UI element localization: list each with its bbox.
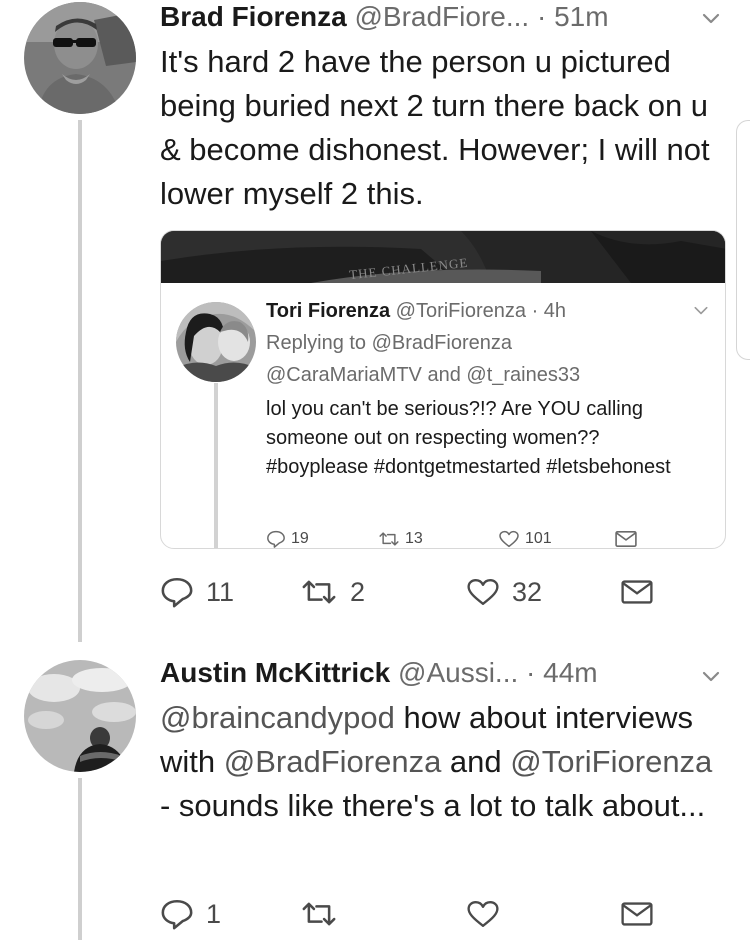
replying-to-mention[interactable]: @t_raines33: [466, 364, 580, 386]
like-button[interactable]: 32: [466, 572, 542, 612]
quoted-action-bar: 19 13 101: [266, 530, 716, 554]
like-button[interactable]: [466, 894, 512, 934]
reply-button[interactable]: 1: [160, 894, 221, 934]
quoted-retweet-button[interactable]: 13: [378, 530, 423, 548]
replying-to-line-2: @CaraMariaMTV and @t_raines33: [266, 360, 706, 390]
mail-icon: [621, 902, 653, 926]
scrollbar[interactable]: [736, 120, 750, 360]
reply-count: 11: [206, 576, 235, 607]
tweet-header: Brad Fiorenza @BradFiore... · 51m: [160, 0, 609, 34]
quoted-reply-count: 19: [291, 530, 309, 547]
mention-link[interactable]: @BradFiorenza: [224, 744, 442, 779]
tweet-text: It's hard 2 have the person u pictured b…: [160, 44, 710, 211]
retweet-icon: [302, 580, 336, 604]
like-count: 32: [512, 576, 543, 607]
mail-icon: [615, 530, 637, 548]
tweet-text: @braincandypod how about interviews with…: [160, 696, 730, 828]
mail-icon: [621, 580, 653, 604]
tweet-header: Austin McKittrick @Aussi... · 44m: [160, 656, 598, 690]
retweet-icon: [379, 532, 399, 546]
replying-to-line-1: Replying to @BradFiorenza: [266, 328, 706, 358]
quoted-media-banner[interactable]: THE CHALLENGE: [161, 231, 725, 283]
quoted-dm-button[interactable]: [614, 530, 638, 548]
reply-button[interactable]: 11: [160, 572, 234, 612]
quoted-header: Tori Fiorenza @ToriFiorenza · 4h: [266, 298, 566, 324]
reply-count: 1: [206, 898, 222, 929]
quoted-tweet-text: lol you can't be serious?!? Are YOU call…: [266, 398, 671, 478]
replying-to-mention[interactable]: @CaraMariaMTV: [266, 364, 422, 386]
display-name[interactable]: Brad Fiorenza: [160, 1, 347, 32]
retweet-button[interactable]: [300, 894, 350, 934]
replying-to-label: Replying to: [266, 332, 367, 354]
quoted-timestamp: · 4h: [531, 300, 567, 322]
quoted-retweet-count: 13: [405, 530, 423, 547]
heart-icon: [499, 530, 519, 548]
quoted-display-name[interactable]: Tori Fiorenza: [266, 300, 390, 322]
tweet-action-bar: 1: [160, 894, 660, 934]
heart-icon: [467, 579, 499, 605]
avatar[interactable]: [24, 2, 136, 114]
replying-to-and: and: [427, 364, 461, 386]
thread-line-top: [78, 120, 82, 642]
tweet-action-bar: 11 2 32: [160, 572, 660, 612]
reply-icon: [161, 577, 193, 608]
retweet-icon: [302, 902, 336, 926]
handle[interactable]: @Aussi...: [398, 657, 518, 688]
timestamp[interactable]: · 44m: [526, 657, 598, 688]
display-name[interactable]: Austin McKittrick: [160, 657, 390, 688]
tweet-text-segment: and: [441, 744, 511, 779]
retweet-count: 2: [350, 576, 366, 607]
quoted-avatar[interactable]: [176, 302, 256, 382]
mention-link[interactable]: @braincandypod: [160, 700, 395, 735]
quoted-chevron-down-icon[interactable]: [692, 302, 710, 320]
thread-line-bottom: [78, 778, 82, 940]
dm-button[interactable]: [620, 894, 654, 934]
avatar[interactable]: [24, 660, 136, 772]
chevron-down-icon[interactable]: [700, 666, 722, 688]
dm-button[interactable]: [620, 572, 654, 612]
reply-icon: [267, 530, 285, 548]
quoted-reply-button[interactable]: 19: [266, 530, 309, 548]
heart-icon: [467, 901, 499, 927]
reply-icon: [161, 899, 193, 930]
handle[interactable]: @BradFiore...: [354, 1, 529, 32]
quoted-like-count: 101: [525, 530, 552, 547]
retweet-button[interactable]: 2: [300, 572, 365, 612]
timestamp[interactable]: · 51m: [537, 1, 609, 32]
quoted-like-button[interactable]: 101: [498, 530, 552, 548]
mention-link[interactable]: @ToriFiorenza: [510, 744, 712, 779]
replying-to-mention[interactable]: @BradFiorenza: [372, 332, 512, 354]
quoted-handle[interactable]: @ToriFiorenza: [396, 300, 526, 322]
quoted-thread-line: [214, 383, 218, 548]
tweet-text-segment: - sounds like there's a lot to talk abou…: [160, 788, 706, 823]
chevron-down-icon[interactable]: [700, 8, 722, 30]
